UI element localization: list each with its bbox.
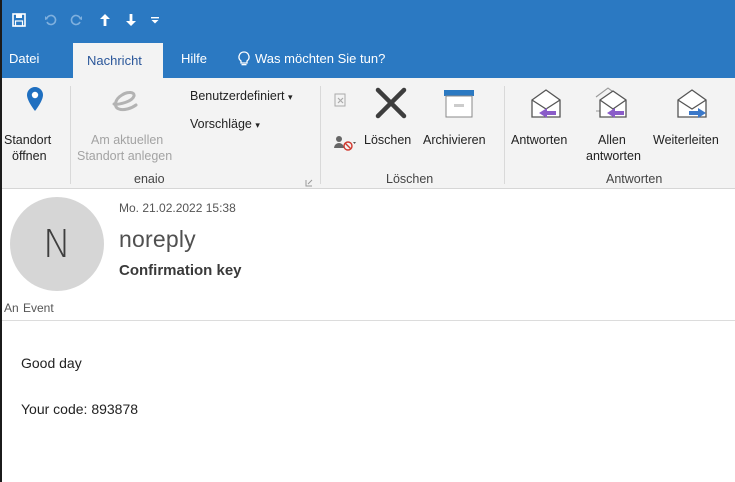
undo-icon[interactable] (40, 0, 60, 39)
group-label-loeschen: Löschen (386, 172, 434, 186)
standort-oeffnen-line2: öffnen (12, 149, 47, 163)
save-icon[interactable] (8, 0, 30, 39)
dropdown-arrow-icon: ▾ (288, 92, 293, 102)
customize-qat-icon[interactable] (146, 0, 164, 39)
antworten-label: Antworten (511, 133, 568, 147)
divider (70, 86, 71, 184)
standort-oeffnen-line1: Standort (4, 133, 52, 147)
vorschlaege-dropdown[interactable]: Vorschläge ▾ (190, 116, 260, 133)
block-sender-icon[interactable] (333, 134, 357, 157)
reply-icon (529, 86, 563, 125)
ribbon: Standort öffnen Am aktuellen Standort an… (2, 78, 735, 189)
weiterleiten-label: Weiterleiten (653, 133, 719, 147)
standort-anlegen-line2: Standort anlegen (77, 149, 173, 163)
ribbon-tabs: Datei Nachricht Hilfe Was möchten Sie tu… (2, 39, 735, 78)
sender-name[interactable]: noreply (119, 226, 196, 253)
vorschlaege-label: Vorschläge (190, 117, 252, 131)
loeschen-label: Löschen (364, 133, 412, 147)
benutzerdefiniert-dropdown[interactable]: Benutzerdefiniert ▾ (190, 88, 293, 105)
tab-nachricht[interactable]: Nachricht (73, 43, 163, 78)
tell-me-box[interactable]: Was möchten Sie tun? (238, 39, 385, 78)
message-date: Mo. 21.02.2022 15:38 (119, 201, 236, 215)
group-label-antworten: Antworten (606, 172, 663, 186)
dialog-launcher-icon[interactable] (305, 174, 313, 192)
benutzerdefiniert-label: Benutzerdefiniert (190, 89, 285, 103)
arrow-up-icon[interactable] (95, 0, 115, 39)
to-recipient[interactable]: Event (23, 301, 54, 315)
outlook-message-window: Datei Nachricht Hilfe Was möchten Sie tu… (0, 0, 735, 482)
header-divider (2, 320, 735, 321)
tab-hilfe[interactable]: Hilfe (181, 39, 207, 78)
tell-me-label: Was möchten Sie tun? (255, 51, 386, 66)
tab-datei[interactable]: Datei (9, 39, 39, 78)
allen-antworten-line2: antworten (586, 149, 641, 163)
redo-icon[interactable] (66, 0, 86, 39)
delete-x-icon (374, 86, 408, 125)
reply-all-icon (595, 84, 629, 125)
archive-icon (443, 89, 475, 124)
forward-icon (675, 86, 709, 125)
to-label: An (4, 301, 19, 315)
group-label-enaio: enaio (134, 172, 165, 186)
arrow-down-icon[interactable] (121, 0, 141, 39)
message-subject: Confirmation key (119, 262, 242, 279)
lightbulb-icon (238, 50, 250, 67)
avatar: N (10, 197, 104, 291)
dropdown-arrow-icon: ▾ (255, 120, 260, 130)
standort-anlegen-line1: Am aktuellen (91, 133, 164, 147)
divider (504, 86, 505, 184)
allen-antworten-line1: Allen (598, 133, 626, 147)
enaio-e-icon (108, 90, 142, 117)
ignore-icon[interactable] (333, 92, 347, 113)
location-pin-icon (25, 86, 45, 117)
title-bar (2, 0, 735, 39)
body-code-line: Your code: 893878 (21, 401, 139, 417)
body-greeting: Good day (21, 355, 82, 371)
archivieren-label: Archivieren (423, 133, 486, 147)
divider (320, 86, 321, 184)
